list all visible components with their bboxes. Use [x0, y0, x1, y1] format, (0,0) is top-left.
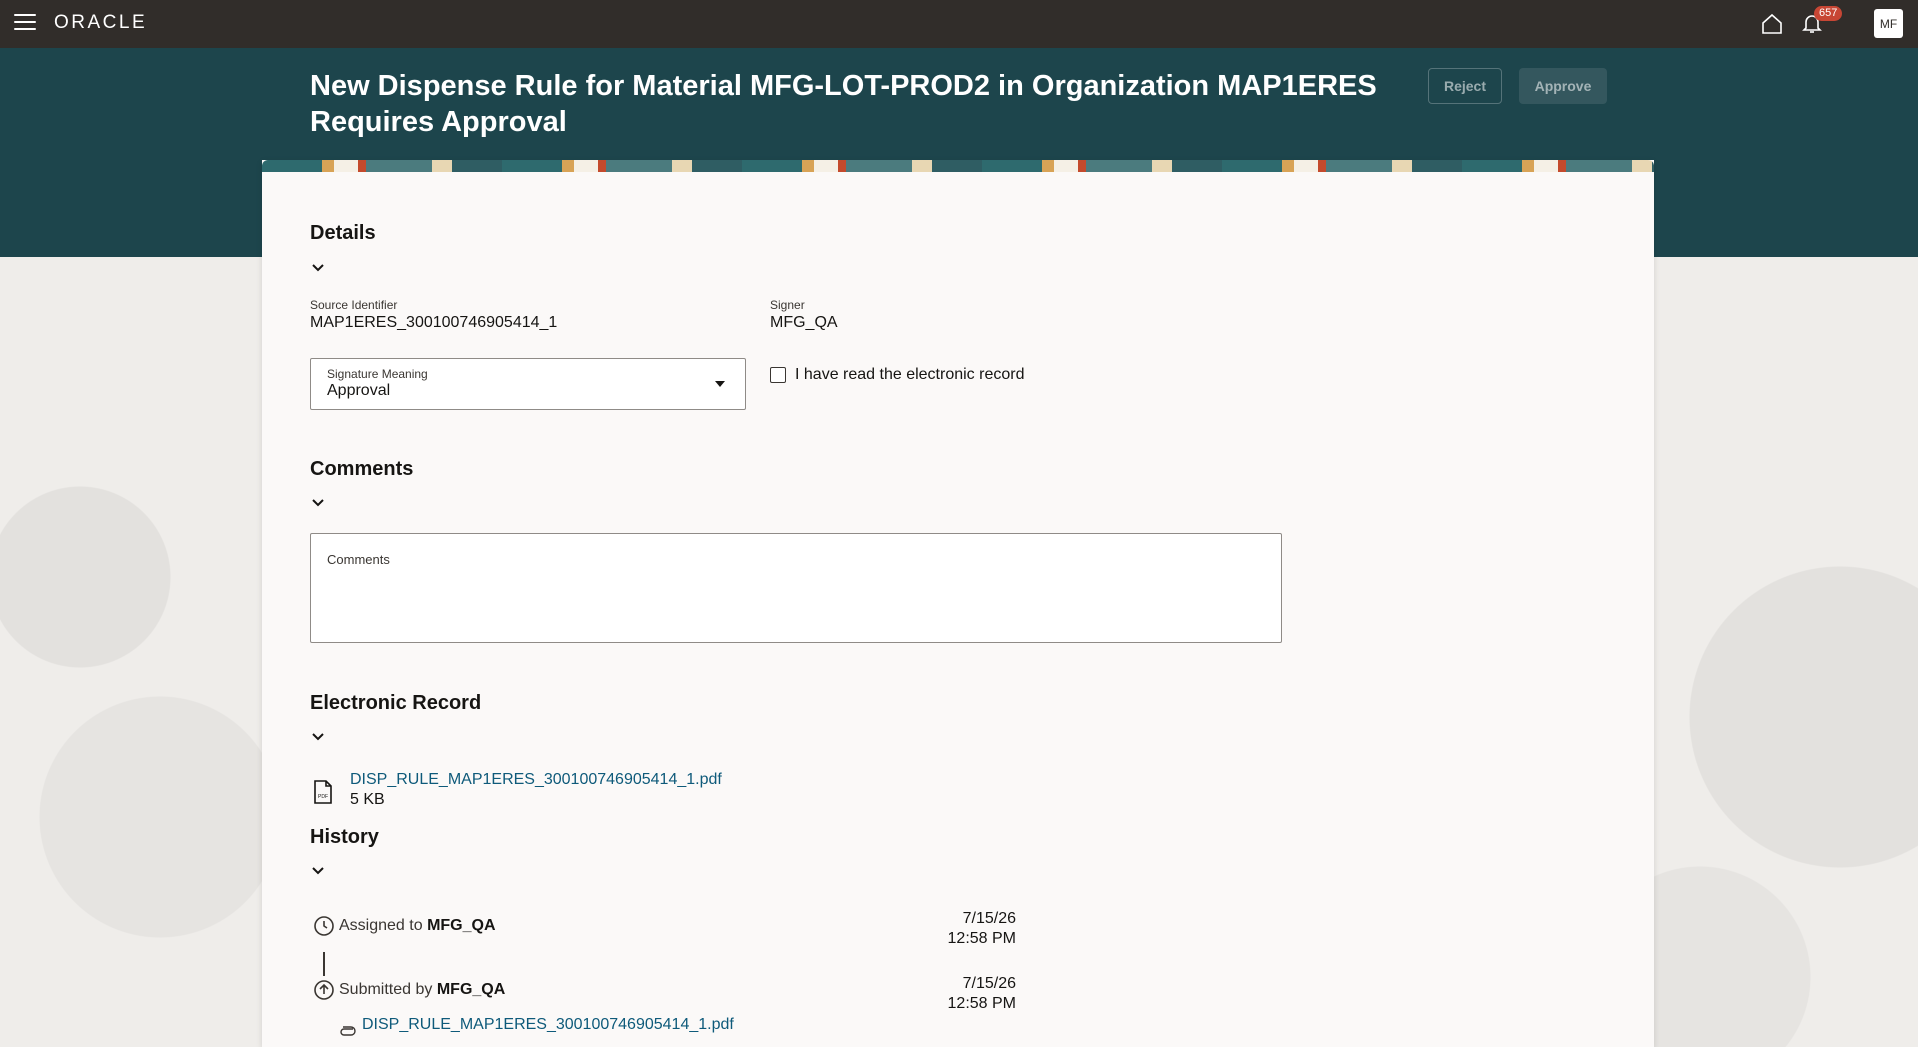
upload-icon: [314, 980, 334, 1000]
electronic-record-file-size: 5 KB: [350, 791, 385, 808]
history-time: 12:58 PM: [947, 930, 1016, 947]
home-icon[interactable]: [1760, 12, 1784, 36]
history-time: 12:58 PM: [947, 995, 1016, 1012]
oracle-logo: ORACLE: [54, 12, 148, 33]
history-user: MFG_QA: [436, 981, 506, 998]
comments-textarea[interactable]: Comments: [310, 533, 1282, 643]
electronic-record-section-title: Electronic Record: [310, 692, 482, 714]
history-attachment-link[interactable]: DISP_RULE_MAP1ERES_300100746905414_1.pdf: [362, 1016, 734, 1034]
clock-icon: [314, 916, 334, 936]
approve-button[interactable]: Approve: [1519, 68, 1607, 104]
pdf-file-icon: PDF: [314, 780, 332, 804]
electronic-record-chevron-down-icon[interactable]: [308, 727, 328, 747]
history-action: Assigned to: [339, 917, 423, 934]
page-title: New Dispense Rule for Material MFG-LOT-P…: [310, 70, 1377, 138]
read-record-checkbox[interactable]: [770, 367, 786, 383]
signature-meaning-select[interactable]: Signature Meaning Approval: [310, 358, 746, 410]
history-timestamp: 7/15/26 12:58 PM: [896, 909, 1016, 949]
history-date: 7/15/26: [962, 910, 1016, 927]
signer-value: MFG_QA: [770, 314, 838, 331]
source-identifier-value: MAP1ERES_300100746905414_1: [310, 314, 558, 331]
source-identifier-label: Source Identifier: [310, 298, 398, 312]
history-user: MFG_QA: [427, 917, 496, 934]
read-record-checkbox-row[interactable]: I have read the electronic record: [770, 366, 1024, 384]
details-section-title: Details: [310, 222, 376, 244]
signer-label: Signer: [770, 298, 805, 312]
user-avatar[interactable]: MF: [1874, 9, 1903, 38]
timeline-connector: [323, 952, 325, 976]
comments-chevron-down-icon[interactable]: [308, 493, 328, 513]
read-record-label: I have read the electronic record: [795, 366, 1025, 383]
history-action: Submitted by: [339, 981, 433, 998]
global-header: ORACLE 657 MF: [0, 0, 1918, 48]
electronic-record-file-link[interactable]: DISP_RULE_MAP1ERES_300100746905414_1.pdf: [350, 771, 722, 789]
details-chevron-down-icon[interactable]: [308, 258, 328, 278]
menu-icon[interactable]: [14, 14, 36, 32]
signature-meaning-value: Approval: [327, 382, 391, 399]
history-timestamp: 7/15/26 12:58 PM: [896, 974, 1016, 1014]
svg-text:PDF: PDF: [318, 794, 328, 800]
history-section-title: History: [310, 826, 379, 848]
attachment-icon: [340, 1026, 356, 1036]
dropdown-caret-icon: [715, 381, 725, 387]
approval-card: Details Source Identifier MAP1ERES_30010…: [262, 160, 1654, 1047]
history-item-assigned: Assigned to MFG_QA: [339, 917, 496, 935]
comments-section-title: Comments: [310, 458, 414, 480]
history-item-submitted: Submitted by MFG_QA: [339, 981, 505, 999]
comments-field-label: Comments: [327, 552, 390, 567]
notification-badge: 657: [1814, 6, 1843, 21]
history-date: 7/15/26: [962, 975, 1016, 992]
signature-meaning-label: Signature Meaning: [327, 367, 428, 381]
history-chevron-down-icon[interactable]: [308, 861, 328, 881]
decorative-strip: [262, 160, 1654, 172]
reject-button[interactable]: Reject: [1428, 68, 1502, 104]
